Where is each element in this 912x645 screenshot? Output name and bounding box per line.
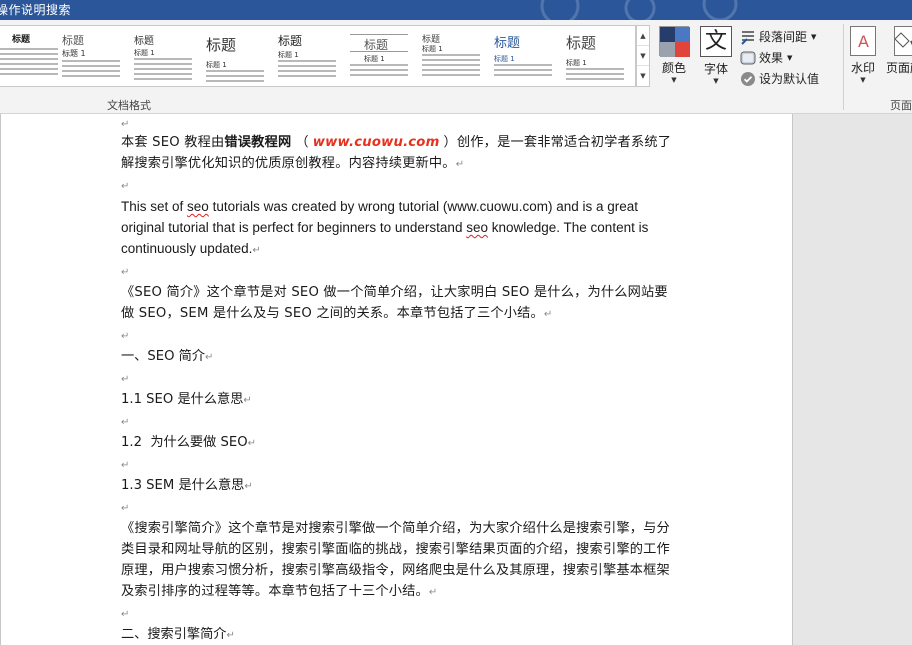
empty-paragraph: ↵: [121, 417, 130, 428]
spelling-error[interactable]: seo: [187, 199, 209, 214]
set-as-default-button[interactable]: 设为默认值: [740, 68, 832, 89]
empty-paragraph: ↵: [121, 331, 130, 342]
page-color-button[interactable]: 页面颜: [884, 26, 912, 92]
chevron-down-icon: ▼: [713, 77, 719, 85]
style-subheading: 标题 1: [364, 55, 385, 63]
group-divider: [843, 24, 844, 110]
style-set-thumb[interactable]: 标题 标题 1: [416, 26, 486, 86]
chevron-down-icon: ▼: [787, 53, 793, 62]
colors-label: 颜色: [661, 61, 686, 75]
heading-seo-intro: 一、SEO 简介↵: [121, 349, 214, 364]
style-subheading: 标题 1: [494, 55, 515, 63]
style-heading: 标题: [134, 36, 154, 47]
watermark-label: 水印: [850, 61, 875, 75]
ribbon-design-tab: 标题 标题 标题 1 标题 标题 1 标题 标题 1 标题 标题 1 标题 标题: [0, 20, 912, 114]
style-set-thumb[interactable]: 标题 标题 1: [128, 26, 198, 86]
style-set-thumb[interactable]: 标题 标题 1: [272, 26, 342, 86]
chevron-down-icon: ▼: [671, 76, 677, 84]
style-heading: 标题: [278, 34, 303, 48]
effects-label: 效果: [759, 51, 784, 65]
gallery-up-arrow-icon[interactable]: ▲: [637, 26, 649, 46]
section-1-3: 1.3 SEM 是什么意思↵: [121, 478, 253, 493]
spelling-error[interactable]: seo: [466, 220, 488, 235]
empty-paragraph: ↵: [121, 267, 130, 278]
paragraph-spacing-icon: [740, 29, 756, 45]
style-heading: 标题: [206, 36, 237, 54]
style-heading: 标题: [566, 34, 597, 52]
style-heading: 标题: [62, 34, 84, 47]
empty-paragraph: ↵: [121, 374, 130, 385]
style-subheading: 标题 1: [206, 61, 227, 69]
tell-me-search[interactable]: 操作说明搜索: [0, 1, 71, 18]
section-1-2: 1.2 为什么要做 SEO↵: [121, 435, 256, 450]
chevron-down-icon: ▼: [860, 76, 866, 84]
style-subheading: 标题 1: [134, 49, 155, 57]
color-palette-icon: [659, 26, 690, 57]
set-as-default-label: 设为默认值: [759, 72, 820, 86]
title-decoration-icon: [540, 0, 738, 20]
fonts-button[interactable]: 文 字体 ▼: [699, 26, 733, 90]
style-subheading: 标题 1: [422, 45, 443, 53]
empty-paragraph: ↵: [121, 609, 130, 620]
intro-paragraph-cn: 本套 SEO 教程由错误教程网（www.cuowu.com ）创作，是一套非常适合…: [121, 135, 672, 171]
gallery-scrollbar: ▲ ▼ ▼: [636, 25, 650, 87]
search-engine-intro-paragraph: 《搜索引擎简介》这个章节是对搜索引擎做一个简单介绍，为大家介绍什么是搜索引擎，与…: [121, 521, 670, 599]
design-small-buttons: 段落间距 ▼ 效果 ▼ 设为默认值: [740, 26, 832, 89]
empty-paragraph: ↵: [121, 503, 130, 514]
style-subheading: 标题 1: [566, 59, 587, 67]
style-set-thumb[interactable]: 标题 标题 1: [344, 26, 414, 86]
style-set-gallery: 标题 标题 标题 1 标题 标题 1 标题 标题 1 标题 标题 1 标题 标题: [0, 25, 636, 87]
style-subheading: 标题 1: [278, 51, 299, 59]
style-heading: 标题: [494, 36, 521, 51]
colors-button[interactable]: 颜色 ▼: [658, 26, 690, 90]
empty-paragraph: ↵: [121, 181, 130, 192]
svg-text:A: A: [858, 32, 869, 51]
watermark-button[interactable]: A 水印 ▼: [846, 26, 880, 92]
group-label-document-format: 文档格式: [107, 99, 151, 112]
chevron-down-icon: ▼: [811, 32, 817, 41]
effects-button[interactable]: 效果 ▼: [740, 47, 832, 68]
heading-search-engine-intro: 二、搜索引擎简介↵: [121, 627, 235, 642]
document-page[interactable]: ↵ 本套 SEO 教程由错误教程网（www.cuowu.com ）创作，是一套非常…: [0, 114, 793, 645]
intro-paragraph-en: This set of seo tutorials was created by…: [121, 199, 649, 256]
page-color-label: 页面颜: [885, 61, 912, 75]
document-content[interactable]: ↵ 本套 SEO 教程由错误教程网（www.cuowu.com ）创作，是一套非常…: [121, 120, 681, 645]
seo-intro-paragraph: 《SEO 简介》这个章节是对 SEO 做一个简单介绍，让大家明白 SEO 是什么…: [121, 285, 668, 321]
gallery-expand-icon[interactable]: ▼: [637, 66, 649, 86]
watermark-icon: A: [850, 26, 876, 56]
style-heading: 标题: [12, 35, 31, 45]
style-set-thumb[interactable]: 标题 标题 1: [560, 26, 630, 86]
page-color-icon: [894, 26, 912, 56]
empty-paragraph: ↵: [121, 119, 130, 130]
gallery-down-arrow-icon[interactable]: ▼: [637, 46, 649, 66]
paragraph-spacing-label: 段落间距: [759, 30, 808, 44]
fonts-label: 字体: [703, 62, 728, 76]
style-subheading: 标题 1: [62, 49, 86, 58]
site-link: www.cuowu.com: [312, 135, 440, 150]
group-label-page-background: 页面: [890, 99, 912, 112]
effects-icon: [740, 50, 756, 66]
style-set-thumb[interactable]: 标题 标题 1: [488, 26, 558, 86]
title-bar: 操作说明搜索: [0, 0, 912, 20]
font-icon: 文: [700, 26, 732, 57]
section-1-1: 1.1 SEO 是什么意思↵: [121, 392, 252, 407]
empty-paragraph: ↵: [121, 460, 130, 471]
checkmark-icon: [740, 71, 756, 87]
paragraph-spacing-button[interactable]: 段落间距 ▼: [740, 26, 832, 47]
style-set-thumb[interactable]: 标题 标题 1: [200, 26, 270, 86]
style-set-thumb[interactable]: 标题 标题 1: [56, 26, 126, 86]
